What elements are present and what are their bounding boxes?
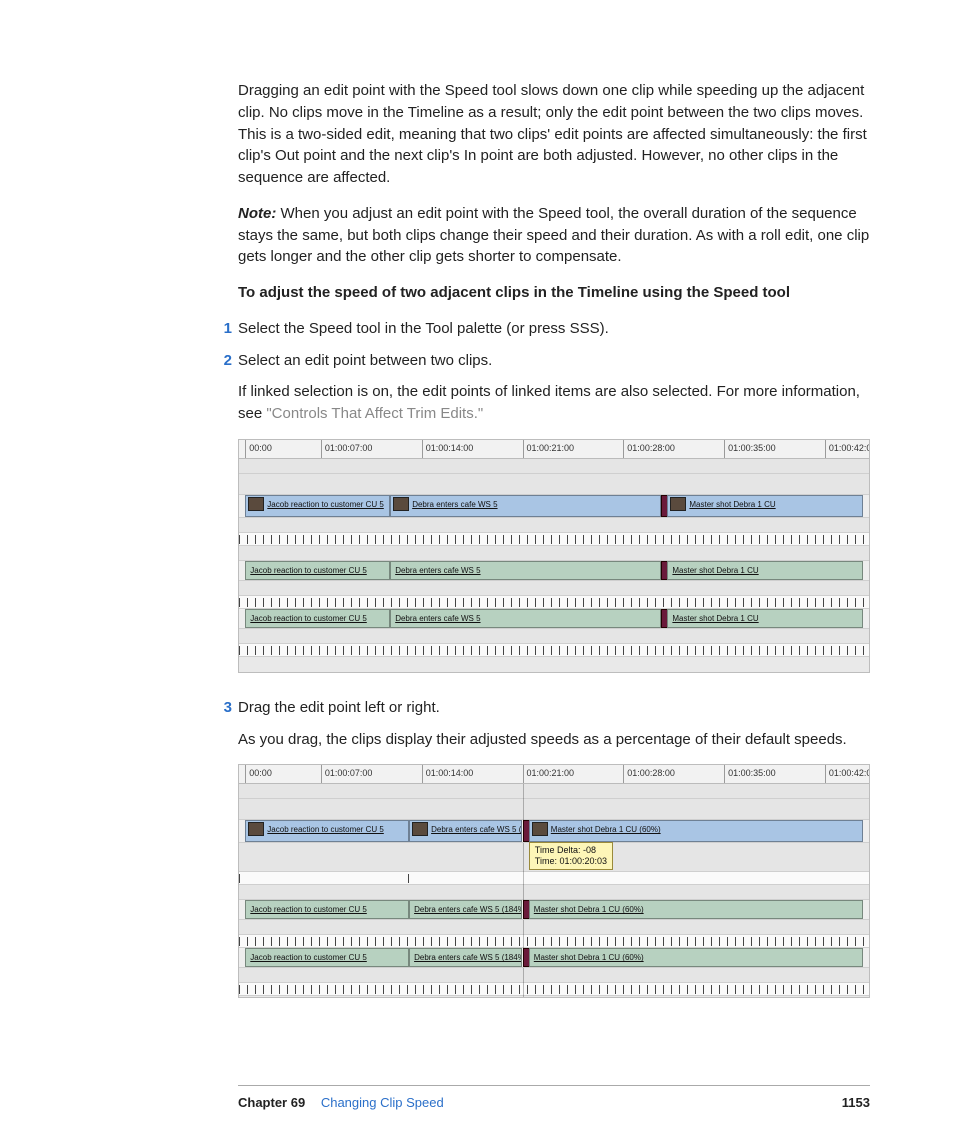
video-track[interactable]: Jacob reaction to customer CU 5 Debra en…: [239, 820, 869, 843]
clip-label: Jacob reaction to customer CU 5: [267, 825, 384, 834]
step-text: Select the Speed tool in the Tool palett…: [238, 318, 870, 340]
page-number: 1153: [842, 1094, 870, 1113]
note-label: Note:: [238, 205, 276, 222]
ruler-label: 01:00:21:00: [527, 767, 575, 780]
audio-clip[interactable]: Master shot Debra 1 CU: [667, 561, 862, 580]
audio-clip[interactable]: Jacob reaction to customer CU 5: [245, 561, 390, 580]
video-clip[interactable]: Debra enters cafe WS 5: [390, 495, 661, 517]
timeline-figure-before: 00:00 01:00:07:00 01:00:14:00 01:00:21:0…: [238, 439, 870, 673]
audio-clip[interactable]: Master shot Debra 1 CU: [667, 609, 862, 628]
step-followup: As you drag, the clips display their adj…: [238, 729, 870, 751]
audio-clip[interactable]: Jacob reaction to customer CU 5: [245, 900, 409, 919]
audio-track[interactable]: Jacob reaction to customer CU 5 Debra en…: [239, 900, 869, 920]
ruler-label: 01:00:35:00: [728, 767, 776, 780]
clip-thumbnail: [393, 497, 409, 511]
speed-tick-bar: [239, 533, 869, 546]
clip-label: Debra enters cafe WS 5 (184%): [431, 825, 522, 834]
speed-tick-bar: [239, 596, 869, 609]
note-body: When you adjust an edit point with the S…: [238, 205, 869, 266]
page-footer: Chapter 69 Changing Clip Speed 1153: [238, 1085, 870, 1113]
note-paragraph: Note: When you adjust an edit point with…: [238, 203, 870, 268]
ruler-label: 01:00:28:00: [627, 767, 675, 780]
chapter-label: Chapter 69: [238, 1095, 305, 1110]
clip-label: Debra enters cafe WS 5 (184%): [414, 953, 522, 962]
clip-thumbnail: [412, 822, 428, 836]
clip-label: Master shot Debra 1 CU (60%): [534, 905, 644, 914]
clip-label: Master shot Debra 1 CU: [672, 566, 758, 575]
ruler-label: 01:00:42:00: [829, 442, 870, 455]
clip-label: Jacob reaction to customer CU 5: [250, 953, 367, 962]
step-text: Select an edit point between two clips.: [238, 350, 870, 372]
ruler-label: 01:00:35:00: [728, 442, 776, 455]
audio-track[interactable]: Jacob reaction to customer CU 5 Debra en…: [239, 609, 869, 629]
tooltip-line: Time: 01:00:20:03: [535, 856, 607, 866]
audio-clip[interactable]: Jacob reaction to customer CU 5: [245, 948, 409, 967]
ruler-label: 01:00:14:00: [426, 767, 474, 780]
clip-label: Jacob reaction to customer CU 5: [267, 500, 384, 509]
body-paragraph: Dragging an edit point with the Speed to…: [238, 80, 870, 189]
speed-tick-bar: [239, 872, 869, 885]
clip-label: Master shot Debra 1 CU (60%): [534, 953, 644, 962]
audio-track[interactable]: Jacob reaction to customer CU 5 Debra en…: [239, 561, 869, 581]
clip-label: Master shot Debra 1 CU: [672, 614, 758, 623]
step-number: 2: [218, 350, 232, 372]
audio-clip[interactable]: Master shot Debra 1 CU (60%): [529, 900, 863, 919]
step-number: 3: [218, 697, 232, 719]
step-followup: If linked selection is on, the edit poin…: [238, 381, 870, 425]
clip-label: Debra enters cafe WS 5 (184%): [414, 905, 522, 914]
video-clip[interactable]: Jacob reaction to customer CU 5: [245, 820, 409, 842]
clip-thumbnail: [248, 497, 264, 511]
clip-thumbnail: [670, 497, 686, 511]
clip-thumbnail: [532, 822, 548, 836]
ruler-label: 00:00: [249, 442, 272, 455]
clip-thumbnail: [248, 822, 264, 836]
audio-clip[interactable]: Debra enters cafe WS 5: [390, 561, 661, 580]
timeline-figure-after: 00:00 01:00:07:00 01:00:14:00 01:00:21:0…: [238, 764, 870, 998]
clip-label: Jacob reaction to customer CU 5: [250, 614, 367, 623]
clip-label: Jacob reaction to customer CU 5: [250, 566, 367, 575]
timeline-ruler[interactable]: 00:00 01:00:07:00 01:00:14:00 01:00:21:0…: [239, 440, 869, 459]
speed-tick-bar: [239, 644, 869, 657]
ruler-label: 01:00:14:00: [426, 442, 474, 455]
cross-reference-link[interactable]: "Controls That Affect Trim Edits.": [266, 405, 483, 422]
audio-clip[interactable]: Jacob reaction to customer CU 5: [245, 609, 390, 628]
ruler-label: 01:00:07:00: [325, 767, 373, 780]
video-clip[interactable]: Master shot Debra 1 CU (60%): [529, 820, 863, 842]
audio-track[interactable]: Jacob reaction to customer CU 5 Debra en…: [239, 948, 869, 968]
clip-label: Debra enters cafe WS 5: [412, 500, 497, 509]
speed-tick-bar: [239, 935, 869, 948]
clip-label: Master shot Debra 1 CU: [689, 500, 775, 509]
clip-label: Master shot Debra 1 CU (60%): [551, 825, 661, 834]
ruler-label: 00:00: [249, 767, 272, 780]
step-number: 1: [218, 318, 232, 340]
ruler-label: 01:00:21:00: [527, 442, 575, 455]
timeline-ruler[interactable]: 00:00 01:00:07:00 01:00:14:00 01:00:21:0…: [239, 765, 869, 784]
ruler-label: 01:00:28:00: [627, 442, 675, 455]
clip-label: Jacob reaction to customer CU 5: [250, 905, 367, 914]
drag-tooltip: Time Delta: -08 Time: 01:00:20:03: [529, 842, 613, 870]
audio-clip[interactable]: Debra enters cafe WS 5 (184%): [409, 900, 522, 919]
video-clip[interactable]: Jacob reaction to customer CU 5: [245, 495, 390, 517]
video-clip[interactable]: Debra enters cafe WS 5 (184%): [409, 820, 522, 842]
step-text: Drag the edit point left or right.: [238, 697, 870, 719]
clip-label: Debra enters cafe WS 5: [395, 566, 480, 575]
ruler-label: 01:00:42:00: [829, 767, 870, 780]
video-track[interactable]: Jacob reaction to customer CU 5 Debra en…: [239, 495, 869, 518]
task-heading: To adjust the speed of two adjacent clip…: [238, 282, 870, 304]
video-clip[interactable]: Master shot Debra 1 CU: [667, 495, 862, 517]
audio-clip[interactable]: Master shot Debra 1 CU (60%): [529, 948, 863, 967]
clip-label: Debra enters cafe WS 5: [395, 614, 480, 623]
speed-tick-bar: [239, 983, 869, 996]
audio-clip[interactable]: Debra enters cafe WS 5 (184%): [409, 948, 522, 967]
audio-clip[interactable]: Debra enters cafe WS 5: [390, 609, 661, 628]
chapter-title: Changing Clip Speed: [321, 1095, 444, 1110]
tooltip-line: Time Delta: -08: [535, 845, 596, 855]
ruler-label: 01:00:07:00: [325, 442, 373, 455]
